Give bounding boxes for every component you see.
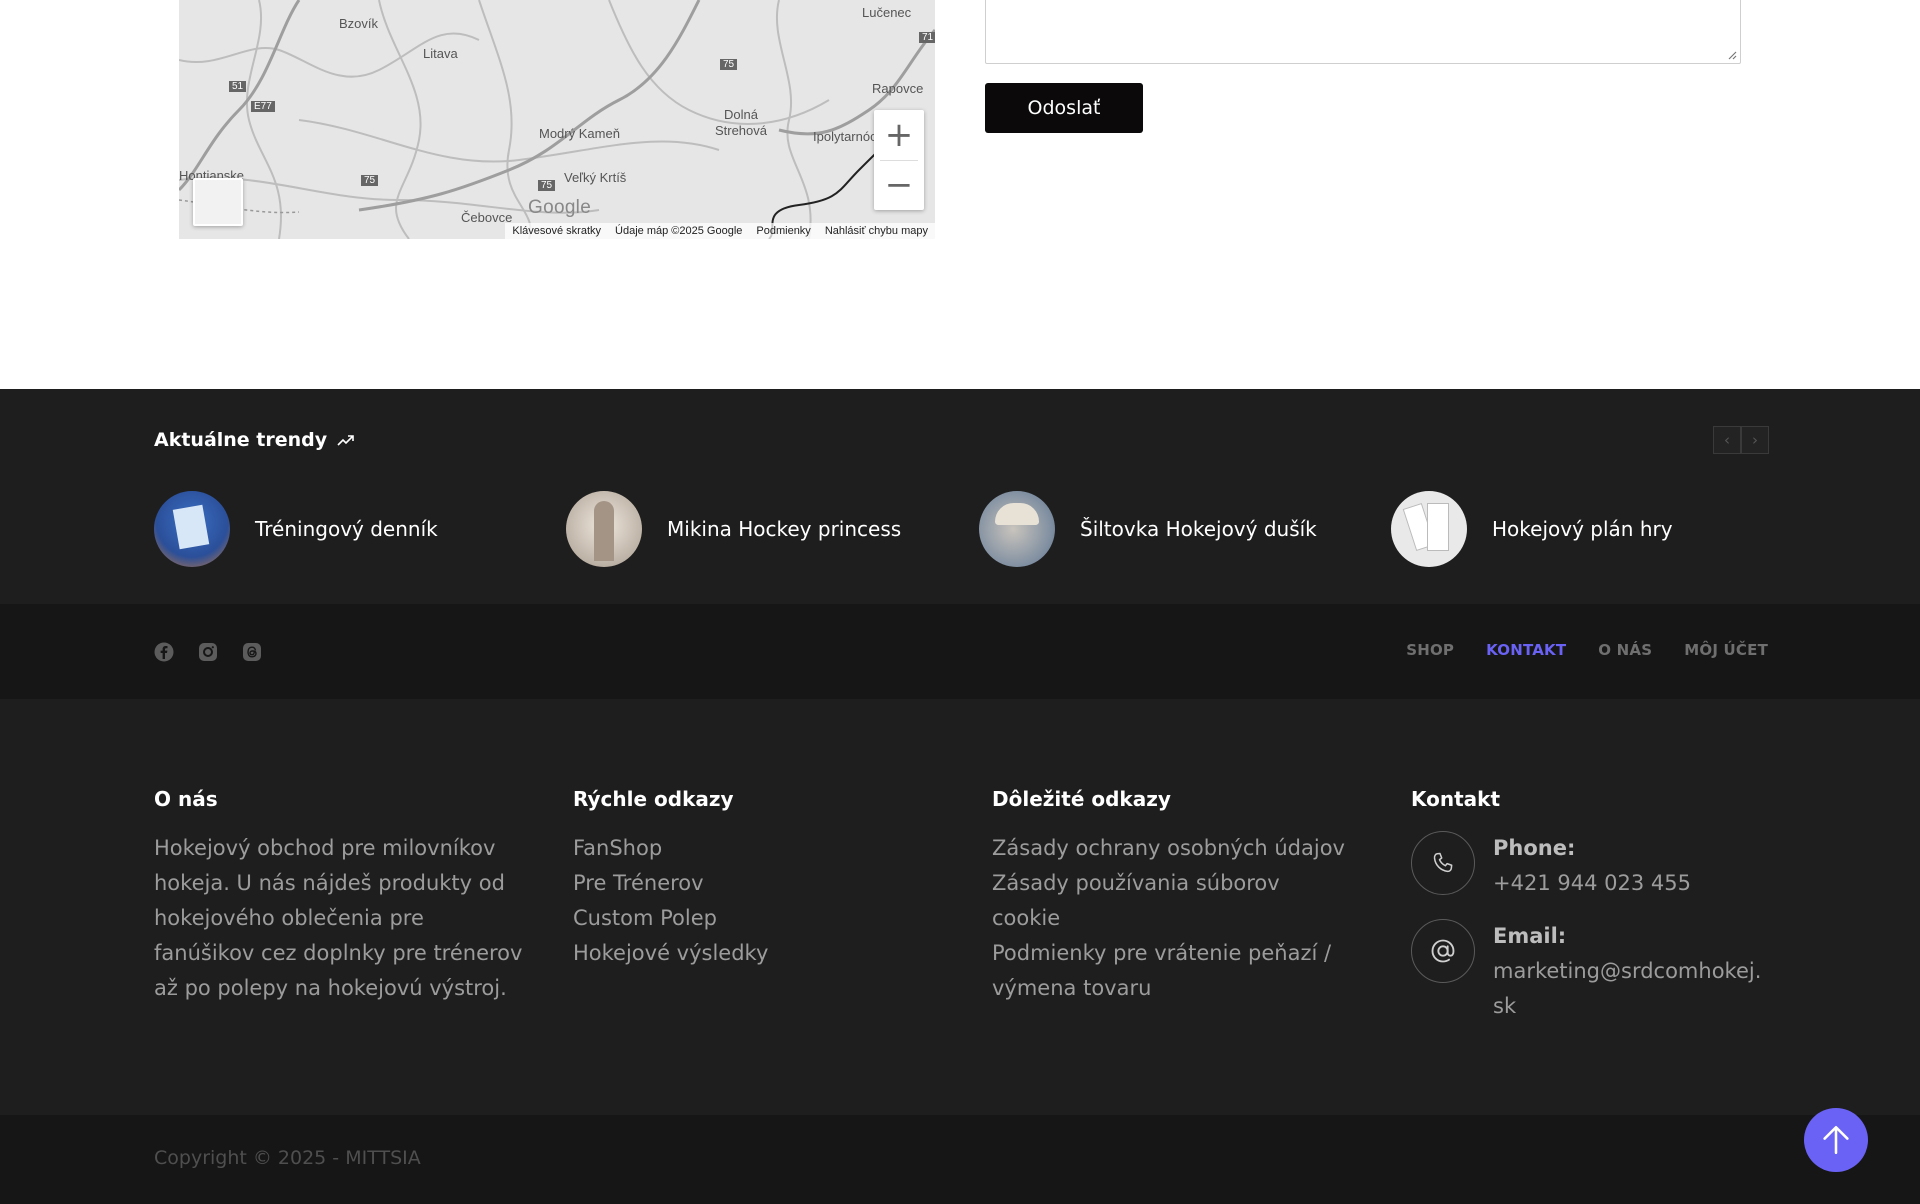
quick-links-title: Rýchle odkazy [573,787,734,811]
copyright-bar: Copyright © 2025 - MITTSIA [0,1115,1920,1204]
link-refund-policy[interactable]: Podmienky pre vrátenie peňazí / výmena t… [992,936,1352,1006]
google-logo: Google [528,197,592,218]
footer-columns: O nás Hokejový obchod pre milovníkov hok… [0,699,1920,1115]
trend-item[interactable]: Šiltovka Hokejový dušík [979,491,1317,567]
product-thumbnail [566,491,642,567]
menu-item-o-nas[interactable]: O NÁS [1598,641,1652,659]
google-map[interactable]: Bzovík Litava Lučenec Rapovce Dolná Stre… [179,0,935,239]
map-label: Modrý Kameň [539,126,620,141]
menu-item-moj-ucet[interactable]: MÔJ ÚČET [1684,641,1768,659]
carousel-prev-button[interactable]: ‹ [1713,426,1741,454]
message-textarea[interactable] [985,0,1741,64]
copyright-text: Copyright © 2025 - MITTSIA [154,1147,421,1169]
trend-item-name: Tréningový denník [255,517,438,541]
important-links-title: Dôležité odkazy [992,787,1171,811]
menu-item-kontakt[interactable]: KONTAKT [1486,641,1566,659]
at-sign-icon [1411,919,1475,983]
road-shield: 71 [919,32,935,43]
map-label: Bzovík [339,16,379,31]
menu-item-shop[interactable]: SHOP [1406,641,1454,659]
road-shield: 75 [720,59,738,70]
instagram-icon[interactable] [198,642,218,662]
contact-phone: Phone: +421 944 023 455 [1411,831,1766,901]
trends-title: Aktuálne trendy [154,429,328,451]
product-thumbnail [1391,491,1467,567]
link-privacy-policy[interactable]: Zásady ochrany osobných údajov [992,831,1352,866]
zoom-in-button[interactable]: + [874,110,924,160]
footer-nav-bar: SHOP KONTAKT O NÁS MÔJ ÚČET [0,604,1920,699]
trend-item[interactable]: Mikina Hockey princess [566,491,901,567]
road-shield: E77 [251,101,275,112]
link-fanshop[interactable]: FanShop [573,831,933,866]
trend-item[interactable]: Hokejový plán hry [1391,491,1673,567]
carousel-next-button[interactable]: › [1741,426,1769,454]
map-type-toggle[interactable] [193,178,243,226]
footer-contact: Kontakt Phone: +421 944 023 455 Email: m… [1411,787,1766,1042]
keyboard-shortcuts-link[interactable]: Klávesové skratky [505,225,608,237]
contact-section: Bzovík Litava Lučenec Rapovce Dolná Stre… [0,0,1920,389]
footer-menu: SHOP KONTAKT O NÁS MÔJ ÚČET [1406,641,1768,659]
threads-icon[interactable] [242,642,262,662]
map-zoom-control: + − [874,110,924,210]
map-attribution: Klávesové skratky Údaje máp ©2025 Google… [505,223,935,239]
contact-email: Email: marketing@srdcomhokej.sk [1411,919,1766,1024]
link-pre-trenerov[interactable]: Pre Trénerov [573,866,933,901]
link-hokejove-vysledky[interactable]: Hokejové výsledky [573,936,933,971]
trending-up-icon [337,435,354,446]
trend-item-name: Šiltovka Hokejový dušík [1080,517,1317,541]
trend-item-name: Hokejový plán hry [1492,517,1673,541]
terms-link[interactable]: Podmienky [749,225,817,237]
map-label: Litava [423,46,458,61]
facebook-icon[interactable] [154,642,174,662]
about-title: O nás [154,787,218,811]
road-shield: 75 [361,175,379,186]
resize-handle-icon[interactable] [1727,50,1737,60]
trends-heading: Aktuálne trendy [154,429,355,451]
about-text: Hokejový obchod pre milovníkov hokeja. U… [154,836,523,1000]
trend-item[interactable]: Tréningový denník [154,491,438,567]
email-label: Email: [1493,924,1567,948]
arrow-up-icon [1823,1125,1849,1155]
send-button[interactable]: Odoslať [985,83,1143,133]
product-thumbnail [979,491,1055,567]
footer-important-links: Dôležité odkazy Zásady ochrany osobných … [992,787,1352,1006]
product-thumbnail [154,491,230,567]
road-shield: 51 [229,81,247,92]
road-shield: 75 [538,180,556,191]
phone-details: Phone: +421 944 023 455 [1493,831,1691,901]
link-custom-polep[interactable]: Custom Polep [573,901,933,936]
email-details: Email: marketing@srdcomhokej.sk [1493,919,1763,1024]
zoom-divider [880,160,918,161]
zoom-out-button[interactable]: − [874,160,924,210]
map-label: Rapovce [872,81,924,96]
link-cookie-policy[interactable]: Zásady používania súborov cookie [992,866,1352,936]
map-label: Veľký Krtíš [564,170,627,185]
contact-title: Kontakt [1411,787,1501,811]
carousel-nav: ‹ › [1713,426,1769,454]
map-label: Lučenec [862,5,912,20]
map-label: Ipolytarnóc [813,129,877,144]
map-label: Dolná Strehová [714,107,768,138]
back-to-top-button[interactable] [1804,1108,1868,1172]
footer-quick-links: Rýchle odkazy FanShop Pre Trénerov Custo… [573,787,933,971]
social-links [154,642,262,662]
trend-item-name: Mikina Hockey princess [667,517,902,541]
report-error-link[interactable]: Nahlásiť chybu mapy [818,225,935,237]
trending-section: Aktuálne trendy ‹ › Tréningový denník Mi… [0,389,1920,604]
footer-about: O nás Hokejový obchod pre milovníkov hok… [154,787,524,1006]
phone-label: Phone: [1493,836,1576,860]
email-address[interactable]: marketing@srdcomhokej.sk [1493,954,1763,1024]
phone-number[interactable]: +421 944 023 455 [1493,866,1691,901]
map-data-credit: Údaje máp ©2025 Google [615,225,743,237]
phone-icon [1411,831,1475,895]
